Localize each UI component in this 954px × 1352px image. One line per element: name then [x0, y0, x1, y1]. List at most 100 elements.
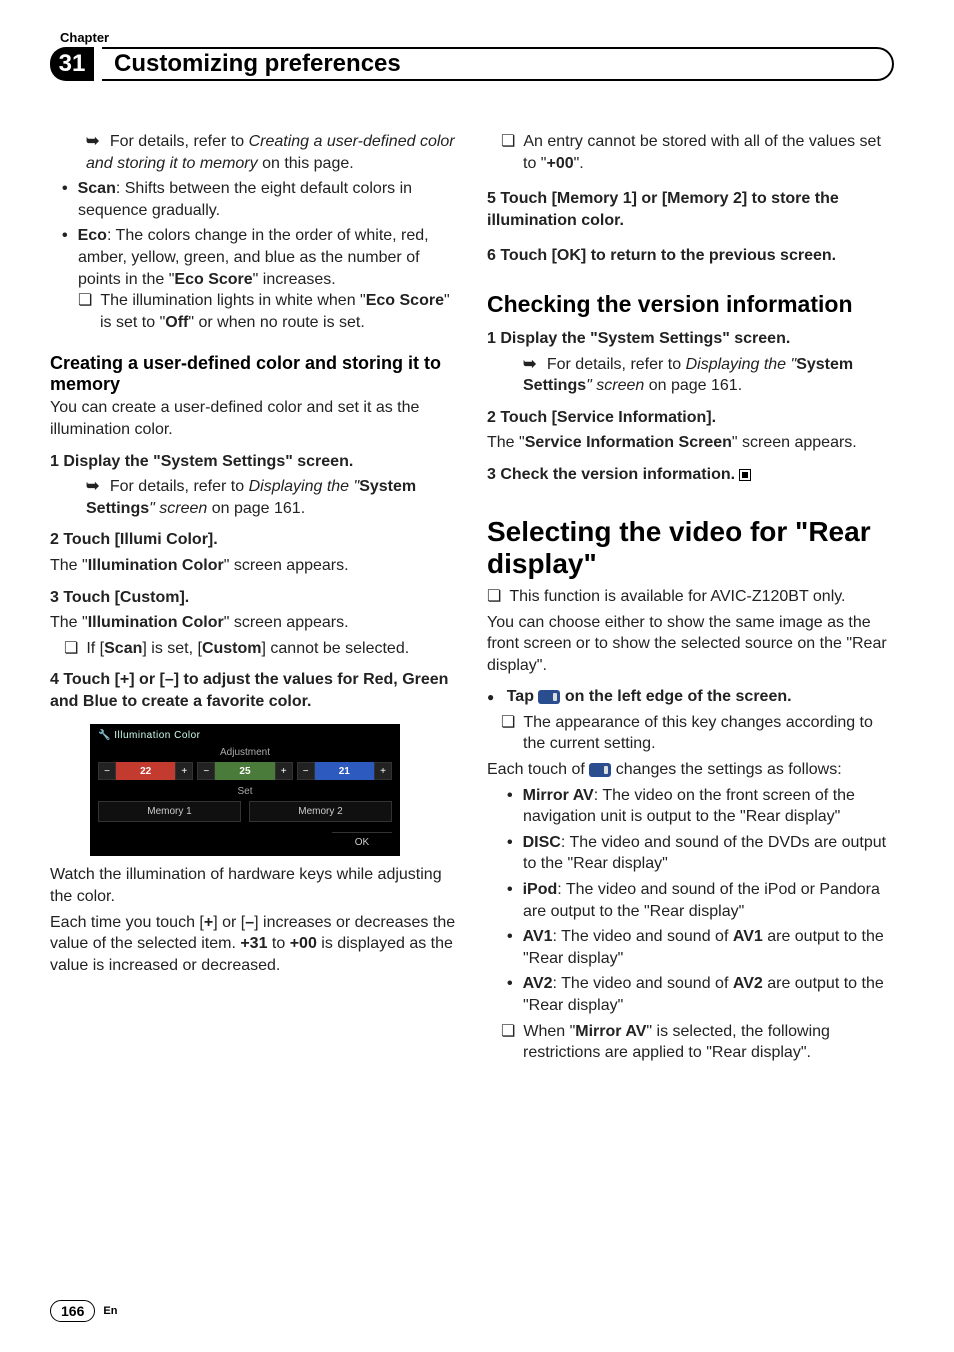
- text: " screen: [149, 500, 207, 517]
- text: Tap: [507, 688, 539, 705]
- text: : The video and sound of: [553, 928, 733, 945]
- after-text-1: Watch the illumination of hardware keys …: [50, 864, 457, 907]
- text: on page 161.: [644, 377, 742, 394]
- step-2: 2 Touch [Illumi Color].: [50, 529, 457, 551]
- text: ] or [: [213, 914, 245, 931]
- section-selecting-video: Selecting the video for "Rear display": [487, 516, 894, 580]
- green-spinner[interactable]: −25+: [197, 762, 292, 780]
- red-spinner[interactable]: −22+: [98, 762, 193, 780]
- text: iPod: [523, 881, 558, 898]
- text: Displaying the ": [686, 356, 797, 373]
- text: " screen appears.: [224, 614, 349, 631]
- step-1: 1 Display the "System Settings" screen.: [50, 451, 457, 473]
- sub1-para: You can create a user-defined color and …: [50, 397, 457, 440]
- plus-icon[interactable]: +: [374, 762, 392, 780]
- check-step1-ref: For details, refer to Displaying the "Sy…: [523, 354, 894, 397]
- minus-icon[interactable]: −: [197, 762, 215, 780]
- selecting-para: You can choose either to show the same i…: [487, 612, 894, 677]
- text: Displaying the ": [249, 478, 360, 495]
- mirror-restrict-note: When "Mirror AV" is selected, the follow…: [523, 1021, 894, 1064]
- text: Illumination Color: [88, 557, 224, 574]
- text: ] is set, [: [142, 640, 202, 657]
- right-column: An entry cannot be stored with all of th…: [487, 131, 894, 1068]
- text: : The video and sound of the iPod or Pan…: [523, 881, 880, 920]
- check-step-3: 3 Check the version information.: [487, 464, 894, 486]
- ok-button[interactable]: OK: [332, 832, 392, 852]
- page-lang: En: [103, 1305, 117, 1317]
- green-value: 25: [215, 762, 274, 780]
- minus-icon[interactable]: −: [98, 762, 116, 780]
- text: If [: [86, 640, 104, 657]
- text: Each time you touch [: [50, 914, 204, 931]
- text: The illumination lights in white when ": [100, 292, 365, 309]
- step3-note: If [Scan] is set, [Custom] cannot be sel…: [86, 638, 457, 660]
- text: " screen appears.: [224, 557, 349, 574]
- plus-icon[interactable]: +: [275, 762, 293, 780]
- shot-adjustment-label: Adjustment: [98, 747, 392, 758]
- opt-av2: AV2: The video and sound of AV2 are outp…: [523, 973, 894, 1016]
- tap-instruction: Tap on the left edge of the screen.: [487, 686, 894, 708]
- text: ".: [574, 155, 584, 172]
- avic-note: This function is available for AVIC-Z120…: [509, 586, 894, 608]
- text: –: [245, 914, 254, 931]
- text: The ": [50, 614, 88, 631]
- blue-spinner[interactable]: −21+: [297, 762, 392, 780]
- text: : The video and sound of: [553, 975, 733, 992]
- illumination-color-screenshot: 🔧 Illumination Color Adjustment −22+ −25…: [90, 724, 400, 856]
- text: Illumination Color: [88, 614, 224, 631]
- memory1-button[interactable]: Memory 1: [98, 801, 241, 822]
- step-4: 4 Touch [+] or [–] to adjust the values …: [50, 669, 457, 712]
- text: Scan: [104, 640, 142, 657]
- opt-disc: DISC: The video and sound of the DVDs ar…: [523, 832, 894, 875]
- chapter-number: 31: [50, 47, 94, 81]
- text: Eco Score: [174, 271, 252, 288]
- text: For details, refer to: [547, 356, 686, 373]
- step-3: 3 Touch [Custom].: [50, 587, 457, 609]
- text: Mirror AV: [523, 787, 594, 804]
- text: Eco: [78, 227, 107, 244]
- text: Mirror AV: [575, 1023, 646, 1040]
- check-step-2: 2 Touch [Service Information].: [487, 407, 894, 429]
- chapter-bar: 31 Customizing preferences: [50, 47, 894, 81]
- text: The ": [487, 434, 525, 451]
- rear-display-key-icon: [538, 690, 560, 704]
- text: +31: [240, 935, 267, 952]
- text: " or when no route is set.: [188, 314, 364, 331]
- step2-para: The "Illumination Color" screen appears.: [50, 555, 457, 577]
- red-value: 22: [116, 762, 175, 780]
- text: Illumination Color: [114, 730, 200, 741]
- text: +00: [546, 155, 573, 172]
- text: Custom: [202, 640, 262, 657]
- text: on page 161.: [207, 500, 305, 517]
- text: to: [267, 935, 289, 952]
- blue-value: 21: [315, 762, 374, 780]
- text: changes the settings as follows:: [611, 761, 841, 778]
- minus-icon[interactable]: −: [297, 762, 315, 780]
- eco-item: Eco: The colors change in the order of w…: [78, 225, 457, 333]
- text: DISC: [523, 834, 561, 851]
- text: Each touch of: [487, 761, 589, 778]
- opt-ipod: iPod: The video and sound of the iPod or…: [523, 879, 894, 922]
- chapter-label: Chapter: [60, 30, 894, 45]
- text: The ": [50, 557, 88, 574]
- after-text-2: Each time you touch [+] or [–] increases…: [50, 912, 457, 977]
- rear-display-key-icon: [589, 763, 611, 777]
- text: AV2: [523, 975, 553, 992]
- step-6: 6 Touch [OK] to return to the previous s…: [487, 245, 894, 267]
- text: on this page.: [258, 155, 354, 172]
- ref-creating: For details, refer to Creating a user-de…: [86, 131, 457, 174]
- right-top-note: An entry cannot be stored with all of th…: [523, 131, 894, 174]
- plus-icon[interactable]: +: [175, 762, 193, 780]
- memory2-button[interactable]: Memory 2: [249, 801, 392, 822]
- text: : Shifts between the eight default color…: [78, 180, 412, 219]
- shot-set-label: Set: [98, 786, 392, 797]
- text: " screen appears.: [732, 434, 857, 451]
- text: AV1: [733, 928, 763, 945]
- text: AV2: [733, 975, 763, 992]
- text: 3 Check the version information.: [487, 466, 735, 483]
- subheading-creating: Creating a user-defined color and storin…: [50, 353, 457, 395]
- text: : The video and sound of the DVDs are ou…: [523, 834, 886, 873]
- text: Service Information Screen: [525, 434, 732, 451]
- left-column: For details, refer to Creating a user-de…: [50, 131, 457, 1068]
- section-checking-version: Checking the version information: [487, 291, 894, 318]
